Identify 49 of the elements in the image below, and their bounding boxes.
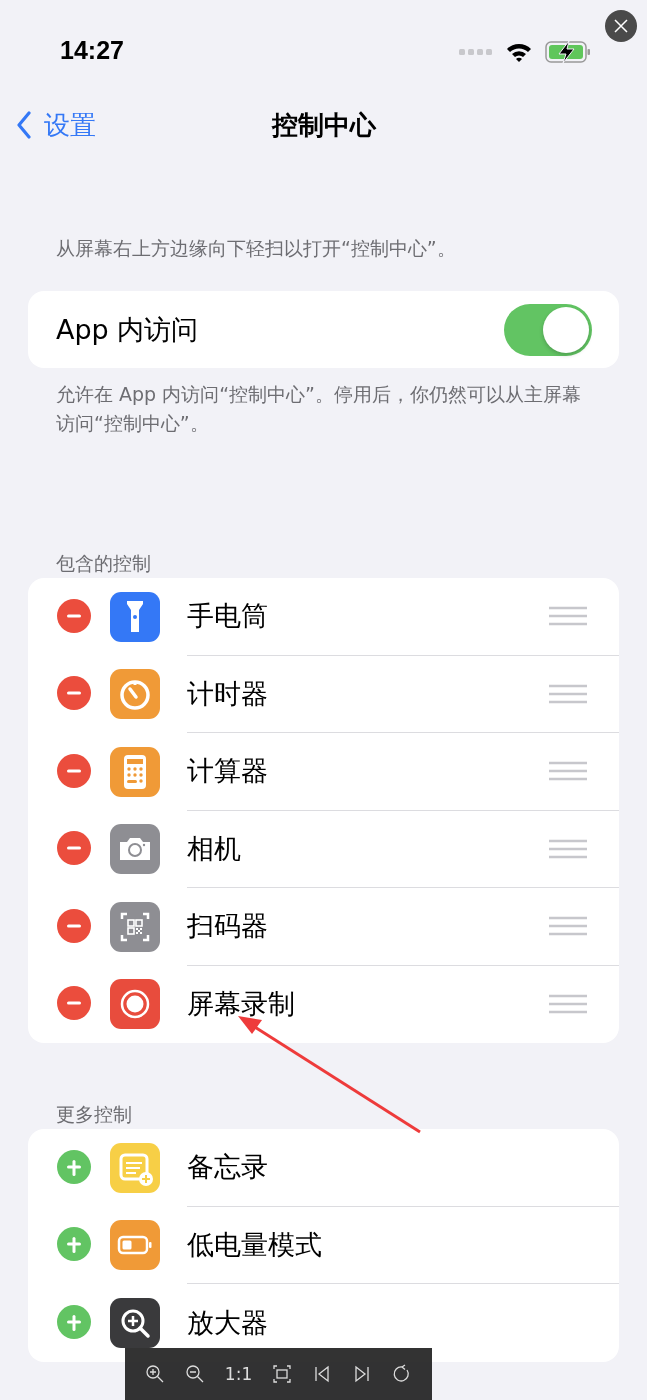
control-label: 备忘录 (187, 1150, 268, 1185)
calculator-icon (110, 746, 160, 797)
close-icon (614, 19, 628, 33)
page-title: 控制中心 (271, 108, 376, 142)
section-header: 更多控制 (55, 1102, 133, 1127)
add-button[interactable] (56, 1227, 92, 1264)
control-label: 屏幕录制 (187, 987, 295, 1022)
clock-time: 14:27 (60, 35, 124, 65)
flashlight-icon (110, 591, 160, 642)
timer-icon (110, 669, 160, 720)
reorder-handle-icon[interactable] (549, 761, 587, 782)
control-label: 相机 (187, 831, 241, 866)
toggle-switch[interactable] (504, 303, 592, 356)
remove-button[interactable] (56, 676, 92, 713)
setting-label: App 内访问 (56, 312, 199, 347)
add-button[interactable] (56, 1149, 92, 1186)
reorder-handle-icon[interactable] (549, 606, 587, 627)
battery-charging-icon (545, 40, 591, 64)
remove-button[interactable] (56, 753, 92, 790)
battery-icon (110, 1220, 160, 1271)
control-label: 扫码器 (187, 909, 268, 944)
wifi-icon (505, 42, 533, 62)
section-header: 包含的控制 (55, 551, 152, 576)
control-label: 手电筒 (187, 599, 268, 634)
close-button[interactable] (605, 10, 637, 42)
actual-size-button[interactable]: 1:1 (222, 1362, 255, 1386)
control-label: 低电量模式 (187, 1227, 322, 1262)
footer-text: 允许在 App 内访问“控制中心”。停用后，你仍然可以从主屏幕访问“控制中心”。 (55, 382, 582, 436)
add-button[interactable] (56, 1304, 92, 1341)
remove-button[interactable] (56, 598, 92, 635)
magnifier-icon (110, 1297, 160, 1348)
camera-icon (110, 824, 160, 875)
remove-button[interactable] (56, 831, 92, 868)
reorder-handle-icon[interactable] (549, 838, 587, 859)
back-link[interactable]: 设置 (16, 107, 96, 143)
back-chevron-icon (16, 111, 32, 139)
reorder-handle-icon[interactable] (549, 994, 587, 1015)
signal-icon (459, 48, 493, 56)
reorder-handle-icon[interactable] (549, 916, 587, 937)
description-text: 从屏幕右上方边缘向下轻扫以打开“控制中心”。 (55, 236, 457, 261)
remove-button[interactable] (56, 908, 92, 945)
record-icon (110, 979, 160, 1030)
reorder-handle-icon[interactable] (549, 683, 587, 704)
notes-icon (110, 1142, 160, 1193)
control-label: 放大器 (187, 1305, 268, 1340)
control-label: 计算器 (187, 754, 268, 789)
remove-button[interactable] (56, 986, 92, 1023)
qr-scanner-icon (110, 901, 160, 952)
control-label: 计时器 (187, 676, 268, 711)
